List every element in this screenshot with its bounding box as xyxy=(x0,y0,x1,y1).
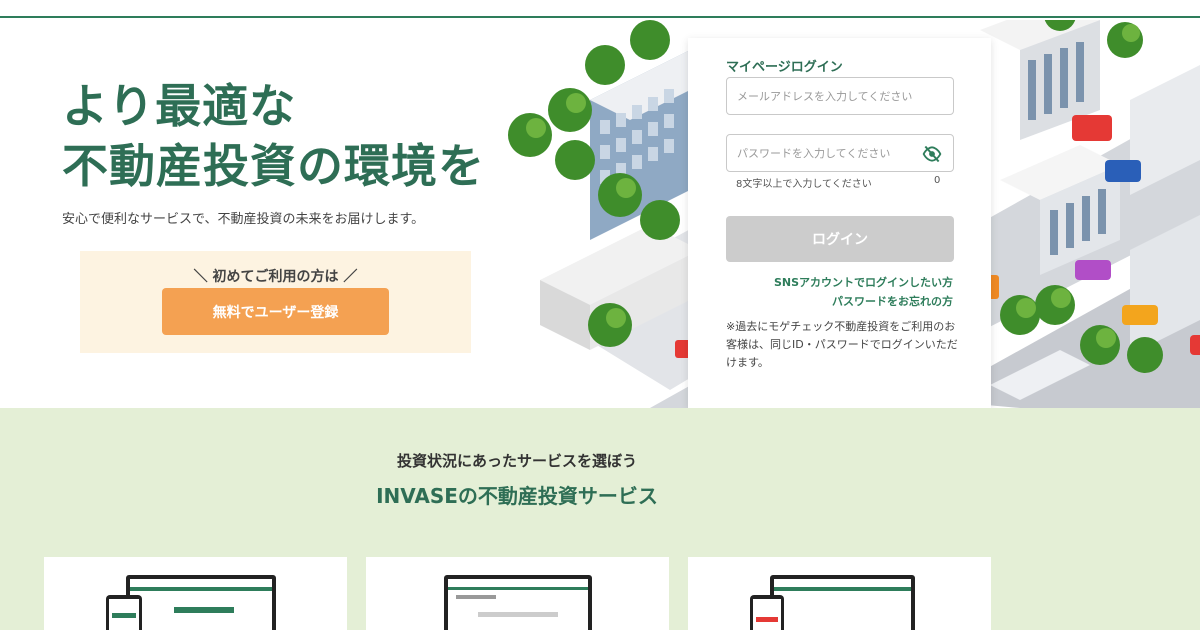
password-char-count: 0 xyxy=(934,175,941,186)
signup-promo: ＼ 初めてご利用の方は ／ 無料でユーザー登録 xyxy=(80,251,471,353)
login-title: マイページログイン xyxy=(726,60,843,75)
login-card: マイページログイン メールアドレスを入力してください パスワードを入力してくださ… xyxy=(688,38,991,408)
services-section: 投資状況にあったサービスを選ぼう INVASEの不動産投資サービス xyxy=(0,408,1200,630)
promo-caption: ＼ 初めてご利用の方は ／ xyxy=(193,269,358,285)
device-mockup-image xyxy=(444,575,592,630)
email-placeholder: メールアドレスを入力してください xyxy=(737,90,913,103)
eye-off-icon[interactable] xyxy=(921,144,943,164)
device-mockup-image xyxy=(106,575,276,630)
services-title: INVASEの不動産投資サービス xyxy=(376,484,658,508)
register-button[interactable]: 無料でユーザー登録 xyxy=(162,288,389,335)
sns-login-link[interactable]: SNSアカウントでログインしたい方 xyxy=(774,274,953,290)
login-note: ※過去にモゲチェック不動産投資をご利用のお客様は、同じID・パスワードでログイン… xyxy=(726,320,958,369)
top-bar xyxy=(0,0,1200,18)
headline-line-1: より最適な xyxy=(62,79,297,133)
service-card[interactable] xyxy=(366,557,669,630)
hero-subtext: 安心で便利なサービスで、不動産投資の未来をお届けします。 xyxy=(62,212,425,227)
email-input[interactable]: メールアドレスを入力してください xyxy=(726,77,954,115)
password-input[interactable]: パスワードを入力してください xyxy=(726,134,954,172)
device-mockup-image xyxy=(750,575,915,630)
service-card[interactable] xyxy=(44,557,347,630)
hero-section: より最適な 不動産投資の環境を 安心で便利なサービスで、不動産投資の未来をお届け… xyxy=(0,20,1200,408)
password-placeholder: パスワードを入力してください xyxy=(737,147,891,160)
login-button[interactable]: ログイン xyxy=(726,216,954,262)
services-subtitle: 投資状況にあったサービスを選ぼう xyxy=(396,452,637,470)
service-card[interactable] xyxy=(688,557,991,630)
hero-headline: より最適な 不動産投資の環境を xyxy=(62,76,485,196)
password-hint: 8文字以上で入力してください xyxy=(736,179,872,190)
headline-line-2: 不動産投資の環境を xyxy=(62,139,485,193)
forgot-password-link[interactable]: パスワードをお忘れの方 xyxy=(832,293,953,309)
